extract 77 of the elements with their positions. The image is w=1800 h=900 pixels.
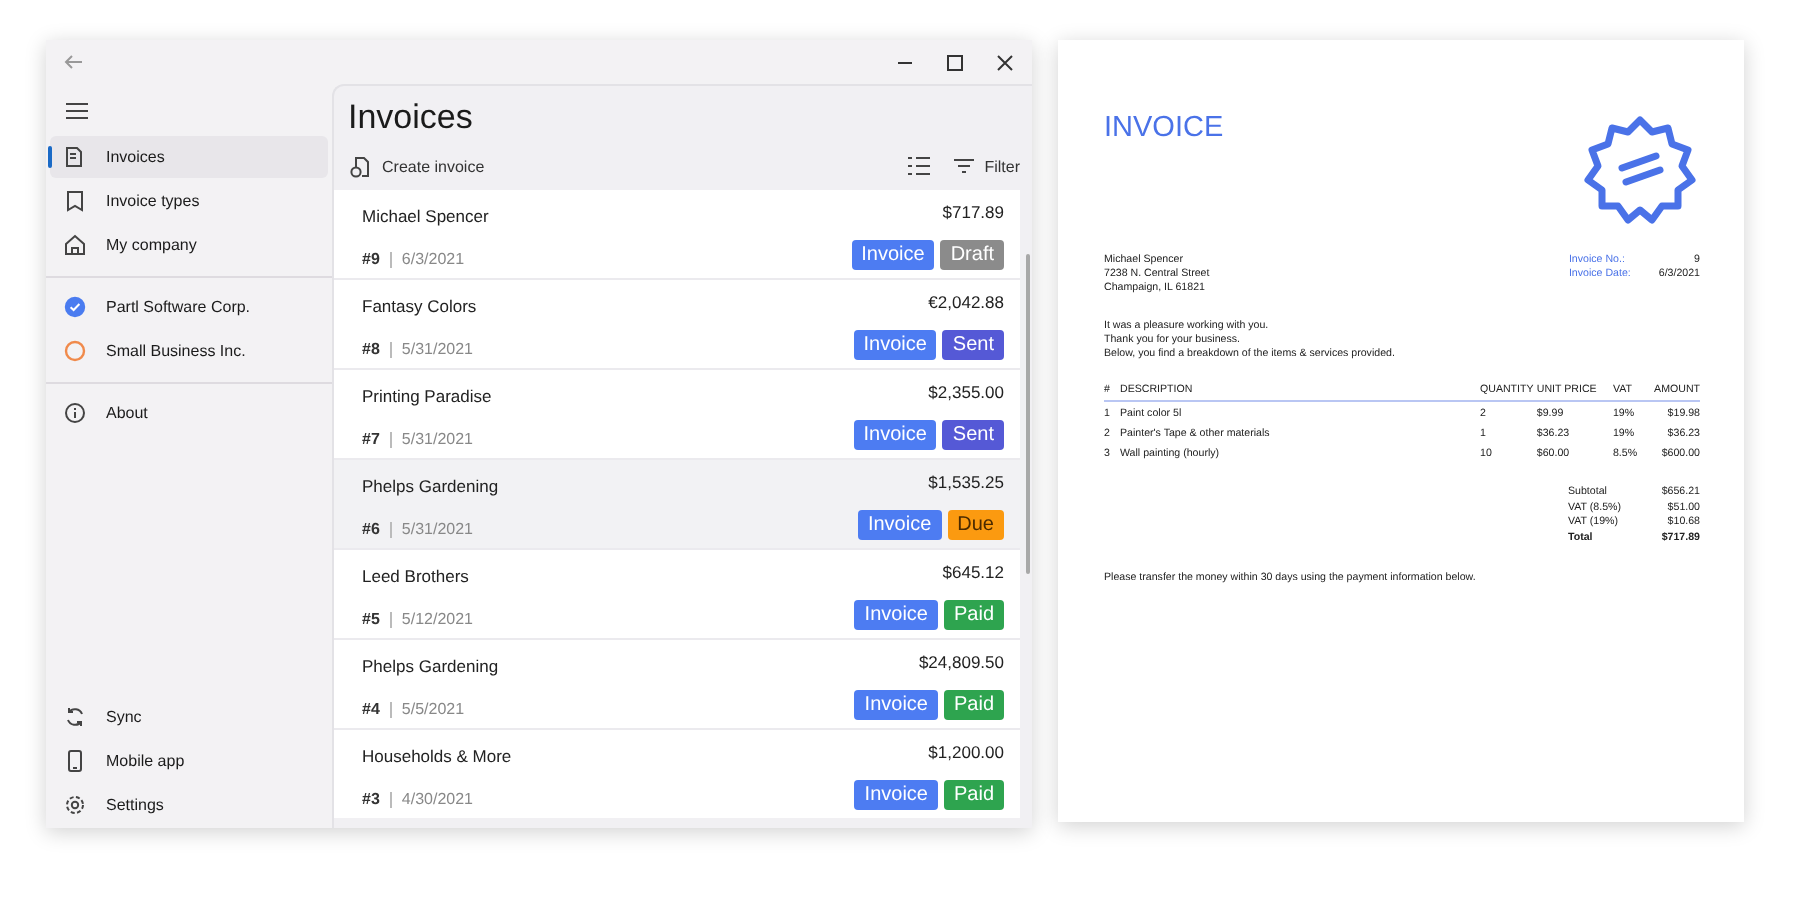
invoice-number: #9 [362, 250, 380, 268]
invoice-number: #4 [362, 700, 380, 718]
sidebar-item[interactable]: Invoices [50, 136, 328, 178]
invoice-row[interactable]: Printing Paradise #7 5/31/2021 $2,355.00 Invoice Sent [334, 370, 1020, 458]
sync-icon [64, 706, 86, 728]
page-title: Invoices [346, 96, 475, 140]
customer-name: Michael Spencer [362, 206, 489, 226]
invoice-date: 5/31/2021 [401, 430, 473, 448]
close-icon[interactable] [996, 53, 1014, 71]
invoice-date: 4/30/2021 [401, 790, 473, 808]
customer-name: Fantasy Colors [362, 296, 477, 316]
status-tag: Paid [943, 600, 1004, 630]
sidebar-item[interactable]: Mobile app [50, 740, 328, 782]
type-tag: Invoice [857, 510, 942, 540]
invoice-row[interactable]: Fantasy Colors #8 5/31/2021 €2,042.88 Invoice Sent [334, 280, 1020, 368]
invoice-amount: $717.89 [942, 202, 1004, 222]
status-tag: Due [947, 510, 1004, 540]
type-tag: Invoice [853, 330, 937, 360]
invoice-date: 6/3/2021 [401, 250, 465, 268]
type-tag: Invoice [853, 420, 937, 450]
phone-icon [64, 750, 86, 772]
customer-name: Printing Paradise [362, 386, 492, 406]
bookmark-icon [64, 190, 86, 212]
invoice-amount: $1,200.00 [928, 742, 1004, 762]
invoice-row[interactable]: Michael Spencer #9 6/3/2021 $717.89 Invoice Draft [334, 190, 1020, 278]
company-item[interactable]: Partl Software Corp. [50, 286, 328, 328]
sidebar-item[interactable]: Settings [50, 784, 328, 826]
create-invoice-button[interactable]: Create invoice [350, 155, 485, 177]
type-tag: Invoice [851, 240, 935, 270]
customer-name: Households & More [362, 746, 512, 766]
invoice-number: #8 [362, 340, 380, 358]
filter-button[interactable]: Filter [954, 157, 1020, 175]
maximize-icon[interactable] [946, 53, 964, 71]
type-tag: Invoice [854, 600, 938, 630]
invoice-number: #5 [362, 610, 380, 628]
document-icon [64, 146, 86, 168]
customer-name: Phelps Gardening [362, 476, 499, 496]
status-tag: Sent [942, 420, 1004, 450]
invoice-amount: $645.12 [942, 562, 1004, 582]
status-tag: Paid [943, 690, 1004, 720]
invoice-row[interactable]: Households & More #3 4/30/2021 $1,200.00 Invoice Paid [334, 730, 1020, 818]
sidebar-item[interactable]: About [50, 392, 328, 434]
status-tag: Draft [940, 240, 1004, 270]
type-tag: Invoice [854, 780, 938, 810]
list-view-icon[interactable] [908, 156, 931, 176]
invoice-amount: $24,809.50 [918, 652, 1004, 672]
customer-name: Phelps Gardening [362, 656, 499, 676]
document-title: INVOICE [1104, 112, 1224, 144]
back-arrow-icon[interactable] [64, 54, 84, 70]
invoice-amount: $2,355.00 [928, 382, 1004, 402]
type-tag: Invoice [854, 690, 938, 720]
invoice-date: 5/31/2021 [401, 340, 473, 358]
invoice-amount: €2,042.88 [928, 292, 1004, 312]
invoice-date: 5/12/2021 [401, 610, 473, 628]
document-add-icon [350, 155, 372, 177]
invoice-number: #7 [362, 430, 380, 448]
home-icon [64, 234, 86, 256]
invoice-date: 5/31/2021 [401, 520, 473, 538]
invoice-number: #6 [362, 520, 380, 538]
invoice-date: 5/5/2021 [401, 700, 465, 718]
invoice-amount: $1,535.25 [928, 472, 1004, 492]
scrollbar[interactable] [1026, 254, 1030, 574]
sidebar-item[interactable]: Invoice types [50, 180, 328, 222]
status-tag: Sent [942, 330, 1004, 360]
sidebar-item[interactable]: Sync [50, 696, 328, 738]
customer-name: Leed Brothers [362, 566, 471, 586]
invoice-row[interactable]: Phelps Gardening #6 5/31/2021 $1,535.25 Invoice Due [334, 460, 1020, 548]
filter-icon [954, 158, 975, 174]
sidebar-item[interactable]: My company [50, 224, 328, 266]
info-icon [64, 402, 86, 424]
status-tag: Paid [943, 780, 1004, 810]
invoice-number: #3 [362, 790, 380, 808]
settings-icon [64, 794, 86, 816]
invoice-row[interactable]: Leed Brothers #5 5/12/2021 $645.12 Invoice Paid [334, 550, 1020, 638]
menu-icon[interactable] [66, 102, 88, 120]
invoice-row[interactable]: Phelps Gardening #4 5/5/2021 $24,809.50 Invoice Paid [334, 640, 1020, 728]
company-item[interactable]: Small Business Inc. [50, 330, 328, 372]
